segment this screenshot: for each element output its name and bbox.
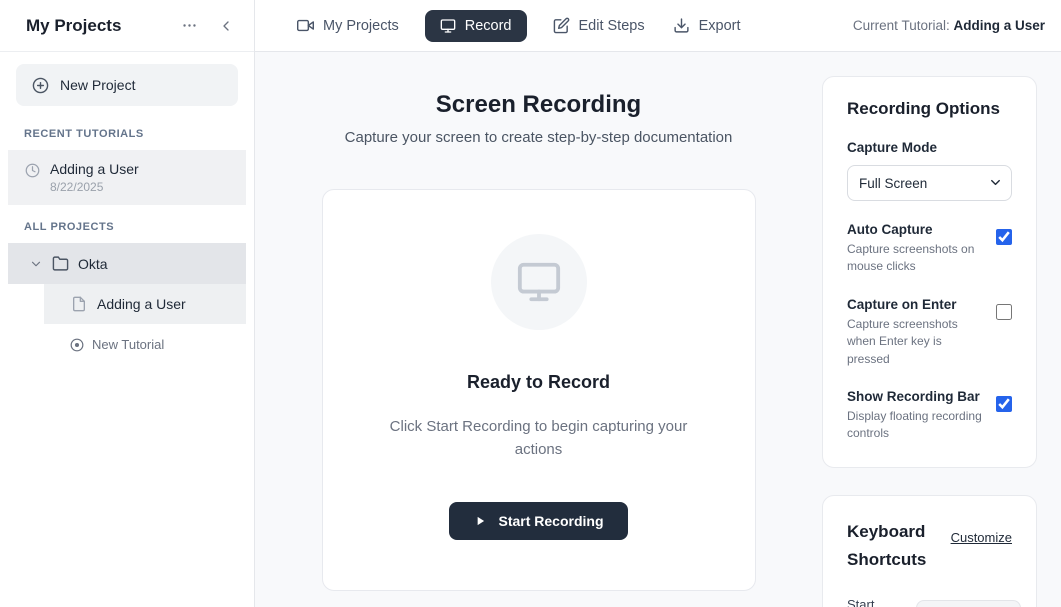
toggle-auto-capture-text: Auto Capture Capture screenshots on mous… <box>847 222 985 276</box>
shortcut-action-label: Start Recording <box>847 596 906 607</box>
document-icon <box>71 296 87 312</box>
download-icon <box>673 17 690 34</box>
right-panel: Recording Options Capture Mode Full Scre… <box>822 76 1037 607</box>
toggle-capture-on-enter: Capture on Enter Capture screenshots whe… <box>847 297 1012 368</box>
tab-edit-steps[interactable]: Edit Steps <box>551 9 647 42</box>
show-recording-bar-checkbox[interactable] <box>996 396 1012 412</box>
content-area: My Projects Record Edit Steps Export <box>255 0 1061 607</box>
current-tutorial-status: Current Tutorial: Adding a User <box>853 18 1045 33</box>
toggle-auto-capture: Auto Capture Capture screenshots on mous… <box>847 222 1012 276</box>
capture-on-enter-description: Capture screenshots when Enter key is pr… <box>847 316 985 368</box>
monitor-icon <box>440 18 456 34</box>
capture-mode-select-wrap: Full Screen <box>847 165 1012 201</box>
toggle-capture-on-enter-text: Capture on Enter Capture screenshots whe… <box>847 297 985 368</box>
capture-on-enter-checkbox[interactable] <box>996 304 1012 320</box>
project-tutorial-label: Adding a User <box>97 296 186 312</box>
tab-my-projects-label: My Projects <box>323 18 399 34</box>
ready-description: Click Start Recording to begin capturing… <box>374 415 704 462</box>
ellipsis-icon <box>181 17 198 34</box>
start-recording-label: Start Recording <box>498 513 603 529</box>
capture-mode-label: Capture Mode <box>847 140 1012 155</box>
tab-my-projects[interactable]: My Projects <box>295 9 401 42</box>
edit-pencil-icon <box>553 17 570 34</box>
new-tutorial-label: New Tutorial <box>92 337 164 352</box>
start-recording-button[interactable]: Start Recording <box>449 502 627 540</box>
chevron-left-icon <box>218 18 234 34</box>
main-panel: Screen Recording Capture your screen to … <box>279 76 798 591</box>
all-projects-header: ALL PROJECTS <box>24 221 230 233</box>
sidebar-title: My Projects <box>26 16 121 36</box>
toggle-show-recording-bar-text: Show Recording Bar Display floating reco… <box>847 389 985 443</box>
tab-export-label: Export <box>699 18 741 34</box>
auto-capture-checkbox[interactable] <box>996 229 1012 245</box>
recording-options-card: Recording Options Capture Mode Full Scre… <box>822 76 1037 468</box>
toggle-show-recording-bar: Show Recording Bar Display floating reco… <box>847 389 1012 443</box>
tab-record[interactable]: Record <box>425 10 527 42</box>
page-title: Screen Recording <box>279 91 798 119</box>
auto-capture-label: Auto Capture <box>847 222 985 237</box>
record-card: Ready to Record Click Start Recording to… <box>322 189 756 591</box>
current-tutorial-label: Current Tutorial: <box>853 18 950 33</box>
recent-tutorials-header: RECENT TUTORIALS <box>24 128 230 140</box>
more-options-button[interactable] <box>179 15 200 36</box>
app-window: My Projects New Project RECENT <box>0 0 1061 607</box>
monitor-icon <box>516 259 562 305</box>
chevron-down-icon[interactable] <box>29 257 43 271</box>
auto-capture-description: Capture screenshots on mouse clicks <box>847 241 985 276</box>
keyboard-shortcuts-header: Keyboard Shortcuts Customize <box>847 518 1012 574</box>
sidebar-header-actions <box>179 15 236 36</box>
collapse-sidebar-button[interactable] <box>216 16 236 36</box>
tab-record-label: Record <box>465 18 512 34</box>
video-camera-icon <box>297 17 314 34</box>
new-tutorial-button[interactable]: New Tutorial <box>52 331 246 358</box>
capture-on-enter-label: Capture on Enter <box>847 297 985 312</box>
ready-heading: Ready to Record <box>363 372 715 393</box>
clock-icon <box>25 163 40 178</box>
project-tutorial-item[interactable]: Adding a User <box>44 284 246 324</box>
new-project-button[interactable]: New Project <box>16 64 238 106</box>
folder-icon <box>52 255 69 272</box>
tab-edit-steps-label: Edit Steps <box>579 18 645 34</box>
show-recording-bar-label: Show Recording Bar <box>847 389 985 404</box>
page-subtitle: Capture your screen to create step-by-st… <box>279 129 798 146</box>
play-icon <box>473 514 487 528</box>
project-folder-label: Okta <box>78 256 108 272</box>
monitor-circle <box>491 234 587 330</box>
recent-tutorial-item[interactable]: Adding a User 8/22/2025 <box>8 150 246 205</box>
recent-tutorial-label: Adding a User <box>50 161 139 177</box>
plus-circle-icon <box>32 77 49 94</box>
sidebar: My Projects New Project RECENT <box>0 0 255 607</box>
circle-dot-icon <box>70 338 84 352</box>
recording-options-title: Recording Options <box>847 99 1012 119</box>
show-recording-bar-description: Display floating recording controls <box>847 408 985 443</box>
keyboard-shortcuts-title: Keyboard Shortcuts <box>847 518 937 574</box>
shortcut-keys-badge: Ctrl+Shift+U <box>916 600 1020 607</box>
recent-tutorial-text: Adding a User 8/22/2025 <box>50 161 139 194</box>
sidebar-header: My Projects <box>0 0 254 52</box>
shortcut-row-start-recording: Start Recording Ctrl+Shift+U <box>847 596 1012 607</box>
capture-mode-select[interactable]: Full Screen <box>847 165 1012 201</box>
current-tutorial-value: Adding a User <box>953 18 1045 33</box>
top-navigation: My Projects Record Edit Steps Export <box>255 0 1061 52</box>
customize-link[interactable]: Customize <box>951 530 1012 545</box>
recent-tutorial-date: 8/22/2025 <box>50 180 139 194</box>
new-project-label: New Project <box>60 77 135 93</box>
tab-export[interactable]: Export <box>671 9 743 42</box>
keyboard-shortcuts-card: Keyboard Shortcuts Customize Start Recor… <box>822 495 1037 607</box>
workspace: Screen Recording Capture your screen to … <box>255 52 1061 607</box>
project-folder-okta[interactable]: Okta <box>8 243 246 284</box>
